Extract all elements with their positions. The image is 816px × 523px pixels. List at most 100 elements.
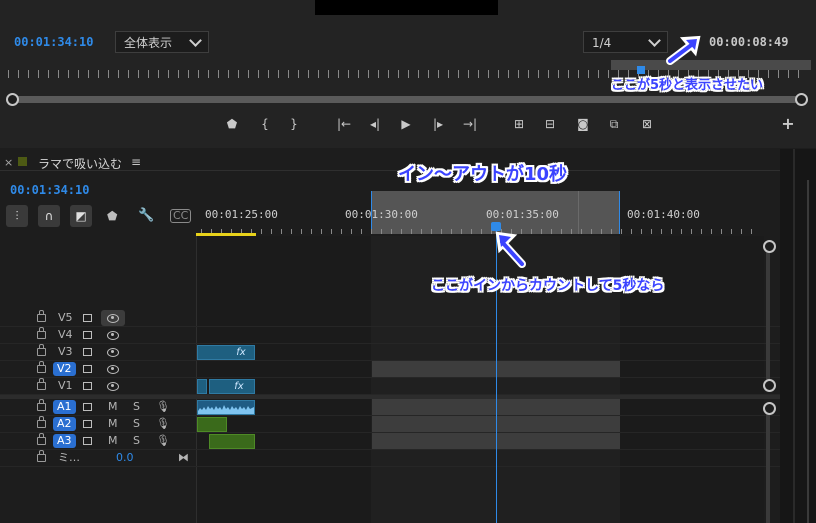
track-label: V5 — [58, 311, 73, 324]
sync-lock-icon[interactable] — [83, 314, 92, 322]
track-label: V4 — [58, 328, 73, 341]
microphone-icon[interactable]: 🎙 — [156, 433, 170, 449]
video-clip-v1-b[interactable]: fx — [209, 379, 255, 394]
fx-badge: fx — [234, 381, 244, 392]
close-tab-icon[interactable]: × — [4, 156, 13, 169]
sync-lock-icon[interactable] — [83, 420, 92, 428]
step-forward-icon[interactable]: |▸ — [428, 115, 448, 133]
panel-splitter[interactable] — [807, 180, 809, 523]
insert-overwrite-icon[interactable]: ⫶ — [6, 205, 28, 227]
comparison-view-icon[interactable]: ⧉ — [604, 115, 624, 133]
microphone-icon[interactable]: 🎙 — [156, 399, 170, 415]
solo-button[interactable]: S — [133, 416, 140, 432]
panel-splitter[interactable] — [793, 149, 795, 523]
step-back-icon[interactable]: ◂| — [365, 115, 385, 133]
track-target-badge[interactable]: V2 — [53, 362, 76, 376]
timeline-timecode[interactable]: 00:01:34:10 — [10, 183, 89, 197]
sync-lock-icon[interactable] — [83, 403, 92, 411]
range-divider — [578, 191, 579, 234]
monitor-zoom-scrollbar[interactable] — [12, 96, 802, 103]
sync-lock-icon[interactable] — [83, 348, 92, 356]
scrollbar-right-handle[interactable] — [795, 93, 808, 106]
mark-in-icon[interactable]: { — [255, 115, 275, 133]
track-target-badge[interactable]: A1 — [53, 400, 76, 414]
jump-icon[interactable]: ⧓ — [178, 450, 189, 466]
video-vscroll[interactable] — [766, 246, 770, 383]
track-mix: ミ… 0.0 ⧓ — [0, 450, 780, 467]
captions-icon[interactable]: CC — [170, 209, 192, 223]
add-button-icon[interactable]: + — [778, 115, 798, 133]
lock-icon[interactable] — [37, 310, 46, 322]
go-to-out-icon[interactable]: →| — [460, 115, 480, 133]
resolution-dropdown-value: 1/4 — [592, 36, 612, 50]
lock-icon[interactable] — [37, 450, 46, 462]
fx-badge: fx — [236, 347, 246, 358]
eye-icon[interactable] — [107, 348, 119, 357]
snap-magnet-icon[interactable]: ∩ — [38, 205, 60, 227]
video-clip-v1-a[interactable] — [197, 379, 207, 394]
audio-clip-a1[interactable] — [197, 400, 255, 415]
go-to-in-icon[interactable]: |← — [334, 115, 354, 133]
mute-button[interactable]: M — [108, 433, 118, 449]
add-marker-icon[interactable]: ⬟ — [107, 209, 117, 223]
ruler-label: 00:01:35:00 — [486, 208, 559, 221]
sync-lock-icon[interactable] — [83, 382, 92, 390]
annotation-in-out: イン〜アウトが10秒 — [398, 164, 568, 185]
export-frame-icon[interactable]: ◙ — [573, 115, 593, 133]
vscroll-handle[interactable] — [763, 240, 776, 253]
track-target-badge[interactable]: A2 — [53, 417, 76, 431]
annotation-top-right: ここが5秒と表示させたい — [611, 78, 764, 93]
lock-icon[interactable] — [37, 327, 46, 339]
wrench-icon[interactable]: 🔧 — [138, 208, 154, 223]
microphone-icon[interactable]: 🎙 — [156, 416, 170, 432]
divider — [0, 170, 790, 171]
audio-clip-a3[interactable] — [209, 434, 255, 449]
monitor-current-timecode[interactable]: 00:01:34:10 — [14, 35, 93, 49]
annotation-arrow-playhead — [495, 231, 526, 268]
chevron-down-icon — [189, 34, 202, 47]
linked-selection-icon[interactable]: ◩ — [70, 205, 92, 227]
eye-icon[interactable] — [107, 365, 119, 374]
eye-icon[interactable] — [107, 331, 119, 340]
panel-menu-icon[interactable]: ≡ — [131, 155, 141, 169]
eye-icon[interactable] — [107, 382, 119, 391]
duration-timecode: 00:00:08:49 — [709, 35, 789, 49]
monitor-playhead[interactable] — [637, 66, 645, 74]
lock-icon[interactable] — [37, 433, 46, 445]
sync-lock-icon[interactable] — [83, 365, 92, 373]
toggle-output-button[interactable] — [101, 310, 125, 326]
sync-lock-icon[interactable] — [83, 437, 92, 445]
out-point-marker[interactable] — [619, 191, 620, 234]
resolution-dropdown[interactable]: 1/4 — [583, 31, 668, 53]
track-target-badge[interactable]: A3 — [53, 434, 76, 448]
extract-icon[interactable]: ⊟ — [540, 115, 560, 133]
audio-clip-a2[interactable] — [197, 417, 227, 432]
sequence-color-swatch — [18, 157, 27, 166]
video-clip-v3[interactable]: fx — [197, 345, 255, 360]
lock-icon[interactable] — [37, 399, 46, 411]
mix-volume-value[interactable]: 0.0 — [116, 450, 134, 466]
scrollbar-left-handle[interactable] — [6, 93, 19, 106]
solo-button[interactable]: S — [133, 399, 140, 415]
safe-margins-icon[interactable]: ⊠ — [637, 115, 657, 133]
mute-button[interactable]: M — [108, 416, 118, 432]
mute-button[interactable]: M — [108, 399, 118, 415]
zoom-dropdown[interactable]: 全体表示 — [115, 31, 209, 53]
lock-icon[interactable] — [37, 344, 46, 356]
track-label: V1 — [58, 379, 73, 392]
audio-vscroll[interactable] — [766, 408, 770, 523]
vscroll-handle[interactable] — [763, 402, 776, 415]
vscroll-handle[interactable] — [763, 379, 776, 392]
solo-button[interactable]: S — [133, 433, 140, 449]
annotation-arrow-top — [666, 35, 701, 65]
lift-icon[interactable]: ⊞ — [509, 115, 529, 133]
play-icon[interactable]: ▶ — [396, 115, 416, 133]
sync-lock-icon[interactable] — [83, 331, 92, 339]
timeline-ruler-ticks[interactable] — [201, 229, 761, 234]
mark-out-icon[interactable]: } — [284, 115, 304, 133]
lock-icon[interactable] — [37, 361, 46, 373]
marker-icon[interactable]: ⬟ — [222, 115, 242, 133]
track-label: V3 — [58, 345, 73, 358]
lock-icon[interactable] — [37, 416, 46, 428]
lock-icon[interactable] — [37, 378, 46, 390]
